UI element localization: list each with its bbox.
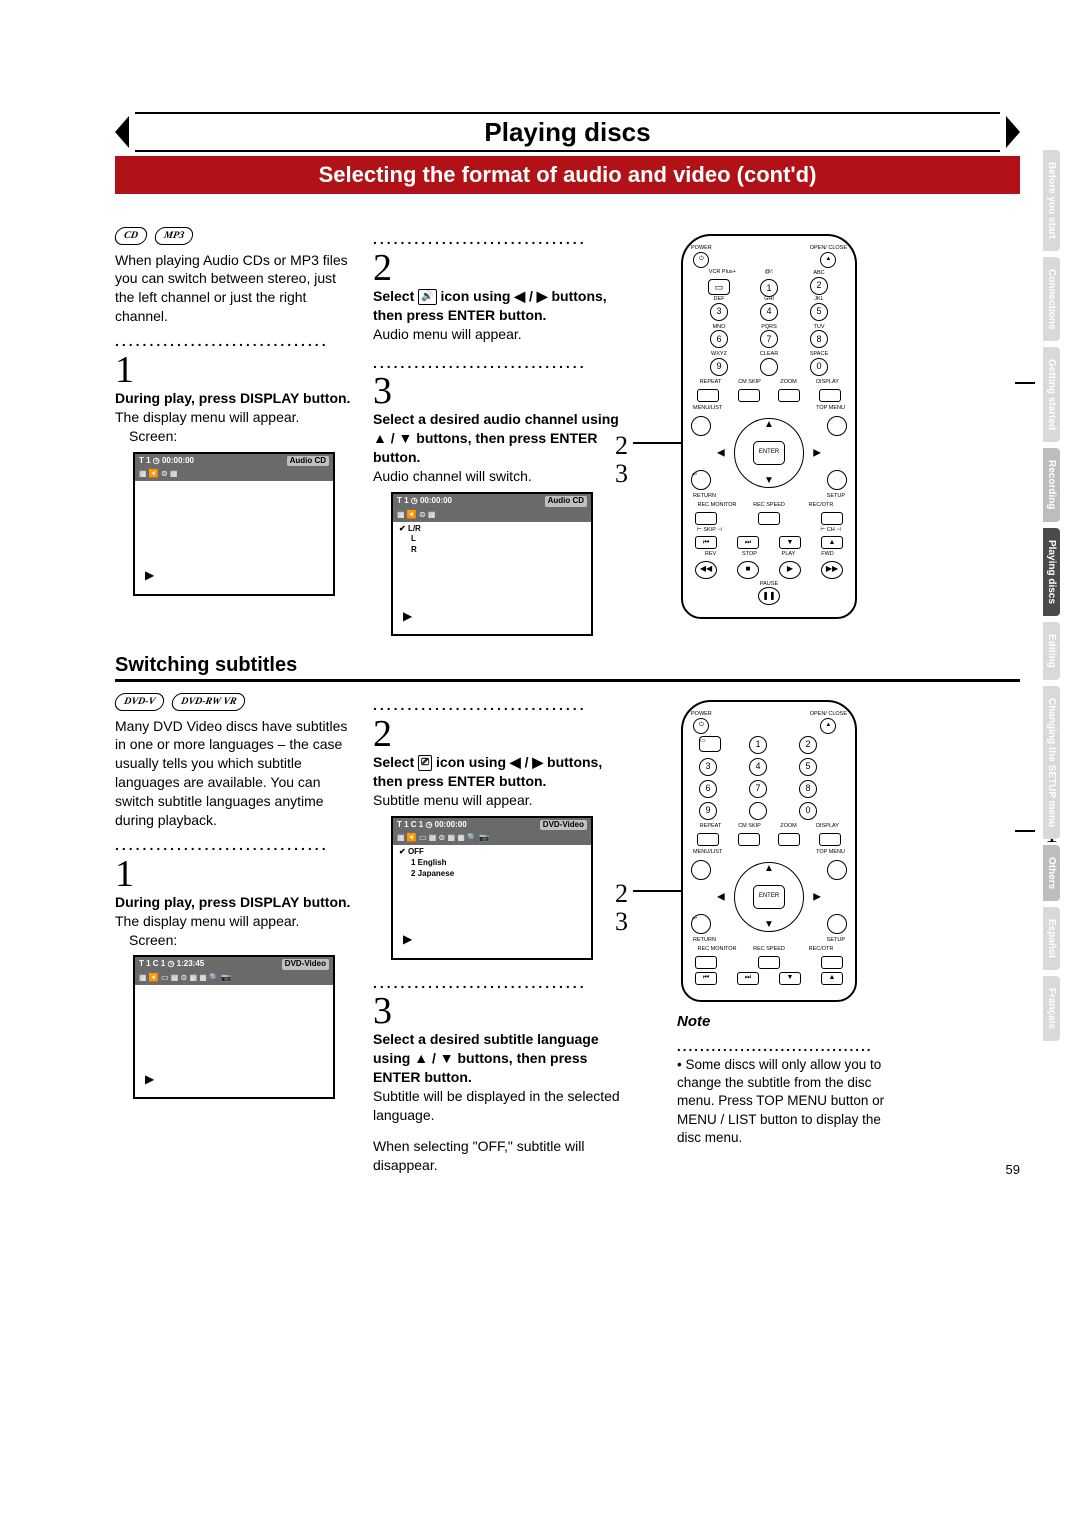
page-title: Playing discs bbox=[484, 117, 650, 148]
step-text: Subtitle menu will appear. bbox=[373, 791, 633, 810]
arrow-up-icon: ▲ bbox=[764, 418, 774, 432]
eject-icon: ▲ bbox=[820, 718, 836, 734]
step-number: 3 bbox=[373, 992, 633, 1030]
divider bbox=[115, 679, 1020, 682]
arrow-left-icon: ◀ bbox=[717, 446, 725, 460]
tab-editing: Editing bbox=[1043, 622, 1060, 680]
intro-text: Many DVD Video discs have subtitles in o… bbox=[115, 717, 355, 830]
dpad: ▲ ▼ ◀ ▶ ENTER ↩ bbox=[691, 416, 847, 490]
numpad: ▭1ABC2 bbox=[699, 279, 839, 297]
screen-header-text: T 1 C 1 ◷ 1:23:45 bbox=[139, 959, 204, 970]
side-tabs: Before you start Connections Getting sta… bbox=[1043, 150, 1060, 1047]
arrow-right-icon: ▶ bbox=[813, 446, 821, 460]
step-number: 1 bbox=[115, 351, 355, 389]
screen-preview: T 1 ◷ 00:00:00 Audio CD ▦ ◀️ ⊜ ▦ ▶ bbox=[133, 452, 335, 596]
chevron-right-icon bbox=[1006, 116, 1020, 148]
screen-label: Screen: bbox=[129, 931, 355, 950]
tab-playing-discs: Playing discs bbox=[1043, 528, 1060, 616]
step-text: The display menu will appear. bbox=[115, 912, 355, 931]
tab-connections: Connections bbox=[1043, 257, 1060, 342]
play-icon: ▶ bbox=[403, 931, 412, 947]
screen-label: Screen: bbox=[129, 427, 355, 446]
screen-icon-row: ▦ ◀️ ▭ ▦ ⊜ ▦ ▦ 🔍 📷 bbox=[393, 832, 591, 845]
step-extra: When selecting "OFF," subtitle will disa… bbox=[373, 1137, 633, 1175]
format-dvdv-icon: DVD-V bbox=[113, 693, 165, 711]
screen-header-text: T 1 C 1 ◷ 00:00:00 bbox=[397, 820, 467, 831]
note-box: Note .................................. … bbox=[671, 1012, 903, 1148]
tab-setup-menu: Changing the SETUP menu bbox=[1043, 686, 1060, 839]
disc-type-badge: Audio CD bbox=[287, 456, 329, 467]
step-text: Audio channel will switch. bbox=[373, 467, 633, 486]
note-body: • Some discs will only allow you to chan… bbox=[677, 1056, 897, 1147]
power-icon: ⏻ bbox=[693, 718, 709, 734]
note-title: Note bbox=[677, 1012, 897, 1032]
disc-type-badge: Audio CD bbox=[545, 496, 587, 507]
divider-dots: ............................... bbox=[373, 696, 633, 715]
screen-header-text: T 1 ◷ 00:00:00 bbox=[139, 456, 194, 467]
subtitle-list: OFF 1 English 2 Japanese bbox=[393, 845, 591, 881]
audio-icon: 🔊 bbox=[418, 289, 436, 305]
page-number: 59 bbox=[1006, 1162, 1020, 1177]
tab-before-you-start: Before you start bbox=[1043, 150, 1060, 251]
step-number: 1 bbox=[115, 855, 355, 893]
step-heading: During play, press DISPLAY button. bbox=[115, 389, 355, 408]
step-heading: During play, press DISPLAY button. bbox=[115, 893, 355, 912]
screen-icon-row: ▦ ◀️ ⊜ ▦ bbox=[135, 468, 333, 481]
screen-preview: T 1 ◷ 00:00:00 Audio CD ▦ ◀️ ⊜ ▦ L/R L R… bbox=[391, 492, 593, 636]
divider-dots: ............................... bbox=[373, 230, 633, 249]
eject-icon: ▲ bbox=[820, 252, 836, 268]
step-number: 2 bbox=[373, 249, 633, 287]
callout-3: 3 bbox=[615, 904, 628, 939]
play-icon: ▶ bbox=[403, 608, 412, 624]
format-mp3-icon: MP3 bbox=[153, 227, 194, 245]
step-heading: Select a desired subtitle language using… bbox=[373, 1030, 633, 1087]
divider-dots: ............................... bbox=[373, 974, 633, 993]
disc-type-badge: DVD-Video bbox=[282, 959, 329, 970]
screen-icon-row: ▦ ◀️ ▭ ▦ ⊜ ▦ ▦ 🔍 📷 bbox=[135, 972, 333, 985]
power-icon: ⏻ bbox=[693, 252, 709, 268]
step-heading: Select a desired audio channel using ▲ /… bbox=[373, 410, 633, 467]
format-cd-icon: CD bbox=[113, 227, 148, 245]
dpad: ▲▼◀▶ ENTER ↩ bbox=[691, 860, 847, 934]
tab-francais: Français bbox=[1043, 976, 1060, 1041]
tab-getting-started: Getting started bbox=[1043, 347, 1060, 442]
chevron-left-icon bbox=[115, 116, 129, 148]
subtitle-icon: ⎚ bbox=[418, 755, 432, 771]
screen-icon-row: ▦ ◀️ ⊜ ▦ bbox=[393, 509, 591, 522]
audio-channel-list: L/R L R bbox=[393, 522, 591, 558]
tab-others: Others bbox=[1043, 845, 1060, 901]
callout-3: 3 bbox=[615, 456, 628, 491]
step-text: Audio menu will appear. bbox=[373, 325, 633, 344]
divider-dots: ............................... bbox=[115, 836, 355, 855]
step-heading: Select ⎚ icon using ◀ / ▶ buttons, then … bbox=[373, 753, 633, 791]
play-icon: ▶ bbox=[145, 1071, 154, 1087]
screen-preview: T 1 C 1 ◷ 1:23:45 DVD-Video ▦ ◀️ ▭ ▦ ⊜ ▦… bbox=[133, 955, 335, 1099]
step-number: 2 bbox=[373, 715, 633, 753]
step-text: The display menu will appear. bbox=[115, 408, 355, 427]
step-text: Subtitle will be displayed in the select… bbox=[373, 1087, 633, 1125]
screen-header-text: T 1 ◷ 00:00:00 bbox=[397, 496, 452, 507]
enter-button: ENTER bbox=[753, 441, 785, 465]
disc-type-badge: DVD-Video bbox=[540, 820, 587, 831]
play-icon: ▶ bbox=[145, 567, 154, 583]
divider-dots: ............................... bbox=[115, 332, 355, 351]
format-dvdrw-icon: DVD-RW VR bbox=[170, 693, 247, 711]
screen-preview: T 1 C 1 ◷ 00:00:00 DVD-Video ▦ ◀️ ▭ ▦ ⊜ … bbox=[391, 816, 593, 960]
divider-dots: ............................... bbox=[373, 354, 633, 373]
title-banner: Playing discs Selecting the format of au… bbox=[115, 110, 1020, 194]
intro-text: When playing Audio CDs or MP3 files you … bbox=[115, 251, 355, 327]
step-heading: Select 🔊 icon using ◀ / ▶ buttons, then … bbox=[373, 287, 633, 325]
remote-diagram: POWER⏻ OPEN/ CLOSE▲ ▭ 1 2 3 4 5 6 7 8 9 bbox=[681, 700, 857, 1002]
remote-diagram: POWER⏻ OPEN/ CLOSE▲ VCR Plus+@/: ▭1ABC2 … bbox=[681, 234, 857, 619]
arrow-down-icon: ▼ bbox=[764, 474, 774, 488]
section-subtitle: Selecting the format of audio and video … bbox=[115, 156, 1020, 194]
step-number: 3 bbox=[373, 372, 633, 410]
tab-espanol: Español bbox=[1043, 907, 1060, 970]
tab-recording: Recording bbox=[1043, 448, 1060, 521]
subsection-title: Switching subtitles bbox=[115, 654, 1020, 677]
